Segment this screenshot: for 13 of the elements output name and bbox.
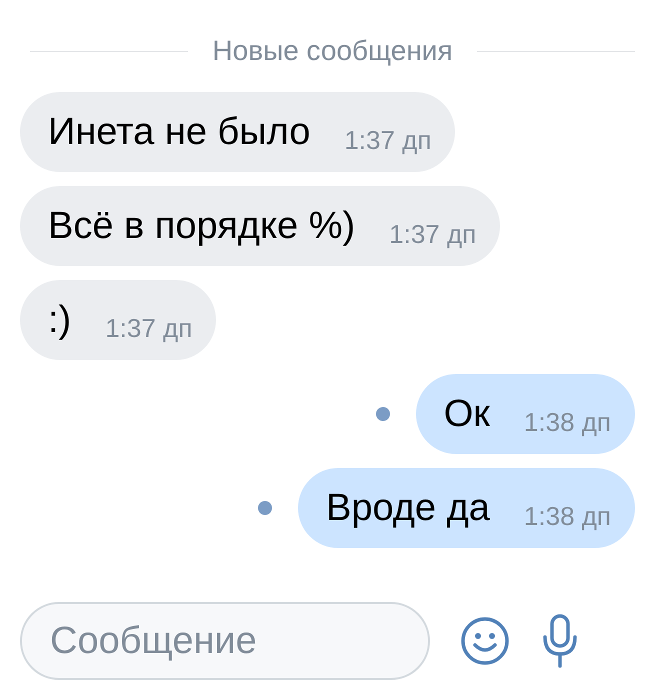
message-text: Вроде да [326, 486, 490, 530]
message-time: 1:37 дп [389, 218, 476, 250]
message-text: Ок [444, 392, 490, 436]
message-time: 1:38 дп [524, 500, 611, 532]
message-time: 1:38 дп [524, 406, 611, 438]
divider-label: Новые сообщения [212, 34, 453, 68]
message-text: :) [48, 298, 72, 342]
message-text: Всё в порядке %) [48, 204, 356, 248]
message-time: 1:37 дп [344, 124, 432, 156]
message-text: Инета не было [48, 110, 310, 154]
smiley-icon[interactable] [460, 616, 510, 666]
message-field[interactable]: Сообщение [20, 602, 430, 680]
message-time: 1:37 дп [105, 312, 192, 344]
